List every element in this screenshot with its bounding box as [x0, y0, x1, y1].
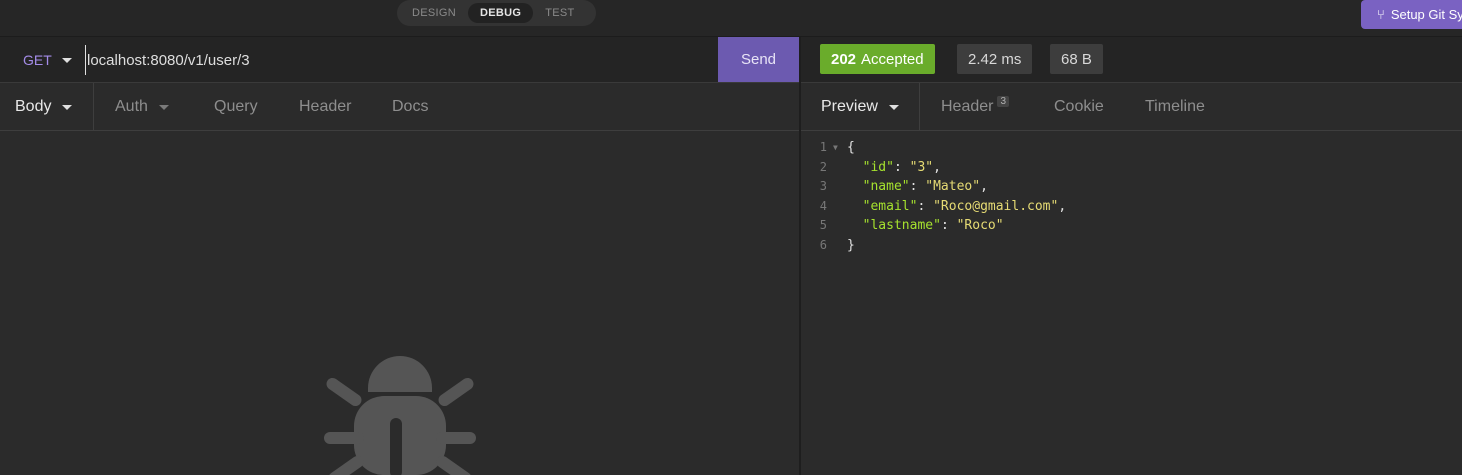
tab-header[interactable]: Header — [299, 83, 351, 131]
response-size-badge: 68 B — [1050, 44, 1103, 74]
tab-timeline[interactable]: Timeline — [1145, 83, 1205, 131]
tab-docs[interactable]: Docs — [392, 83, 428, 131]
json-key: "lastname" — [862, 218, 941, 234]
code-line: 1 ▼ { — [801, 138, 1066, 158]
chevron-down-icon — [61, 57, 72, 63]
mode-debug-tab[interactable]: DEBUG — [467, 3, 534, 23]
bug-icon — [320, 352, 480, 475]
request-tabs: Body Auth Query Header Docs — [0, 83, 800, 131]
open-brace: { — [847, 140, 855, 155]
json-value: "Mateo" — [925, 179, 981, 195]
response-status-bar: 202 Accepted 2.42 ms 68 B — [800, 37, 1462, 83]
code-line: 4 "email": "Roco@gmail.com", — [801, 197, 1066, 217]
tab-auth[interactable]: Auth — [115, 83, 169, 131]
response-preview-pane: 1 ▼ { 2 "id": "3", 3 "name": "Mateo", 4 … — [800, 131, 1462, 475]
json-sep: , — [980, 179, 988, 195]
tab-response-header[interactable]: Header 3 — [941, 83, 1010, 131]
json-sep: , — [933, 159, 941, 175]
tab-preview[interactable]: Preview — [821, 83, 899, 131]
chevron-down-icon — [158, 104, 169, 110]
line-number: 5 — [819, 218, 827, 233]
line-number: 2 — [819, 159, 827, 174]
chevron-down-icon — [888, 104, 899, 110]
json-value: "3" — [909, 159, 934, 175]
line-number: 4 — [819, 198, 827, 213]
response-tabs: Preview Header 3 Cookie Timeline — [800, 83, 1462, 131]
fold-arrow-icon[interactable]: ▼ — [833, 138, 847, 158]
line-number: 1 — [819, 140, 827, 154]
response-code-view: 1 ▼ { 2 "id": "3", 3 "name": "Mateo", 4 … — [801, 138, 1066, 256]
status-code: 202 — [831, 50, 857, 68]
status-badge: 202 Accepted — [820, 44, 935, 74]
setup-git-sync-label: Setup Git Sy — [1390, 7, 1462, 22]
top-bar: DESIGN DEBUG TEST ⑂ Setup Git Sy — [0, 0, 1462, 37]
json-key: "name" — [862, 179, 910, 195]
tab-body-label: Body — [15, 98, 52, 115]
setup-git-sync-button[interactable]: ⑂ Setup Git Sy — [1361, 0, 1462, 29]
line-number: 6 — [819, 237, 827, 252]
code-line: 6 } — [801, 236, 1066, 256]
url-input[interactable] — [85, 45, 705, 75]
json-value: "Roco@gmail.com" — [933, 198, 1059, 214]
tab-preview-label: Preview — [821, 98, 878, 115]
pane-splitter[interactable] — [799, 37, 801, 475]
tab-divider — [919, 83, 920, 131]
tab-body[interactable]: Body — [15, 83, 73, 131]
chevron-down-icon — [62, 104, 73, 110]
request-url-bar: GET Send — [0, 37, 800, 83]
tab-response-header-label: Header — [941, 98, 994, 115]
line-number: 3 — [819, 179, 827, 194]
mode-switcher: DESIGN DEBUG TEST — [397, 0, 596, 26]
method-label: GET — [23, 52, 52, 68]
json-value: "Roco" — [956, 218, 1004, 234]
mode-design-tab[interactable]: DESIGN — [400, 3, 468, 23]
tab-cookie[interactable]: Cookie — [1054, 83, 1104, 131]
git-branch-icon: ⑂ — [1377, 7, 1385, 22]
response-time-badge: 2.42 ms — [957, 44, 1033, 74]
tab-query[interactable]: Query — [214, 83, 258, 131]
close-brace: } — [847, 237, 855, 253]
header-count-badge: 3 — [997, 95, 1010, 107]
json-key: "email" — [862, 198, 918, 214]
mode-test-tab[interactable]: TEST — [533, 3, 586, 23]
status-text: Accepted — [861, 50, 924, 68]
method-selector[interactable]: GET — [23, 52, 72, 68]
json-key: "id" — [862, 159, 894, 175]
json-sep: , — [1058, 198, 1067, 214]
code-line: 2 "id": "3", — [801, 158, 1066, 178]
code-line: 5 "lastname": "Roco" — [801, 216, 1066, 236]
tab-auth-label: Auth — [115, 98, 148, 115]
code-line: 3 "name": "Mateo", — [801, 177, 1066, 197]
tab-divider — [93, 83, 94, 131]
send-button[interactable]: Send — [718, 37, 799, 82]
